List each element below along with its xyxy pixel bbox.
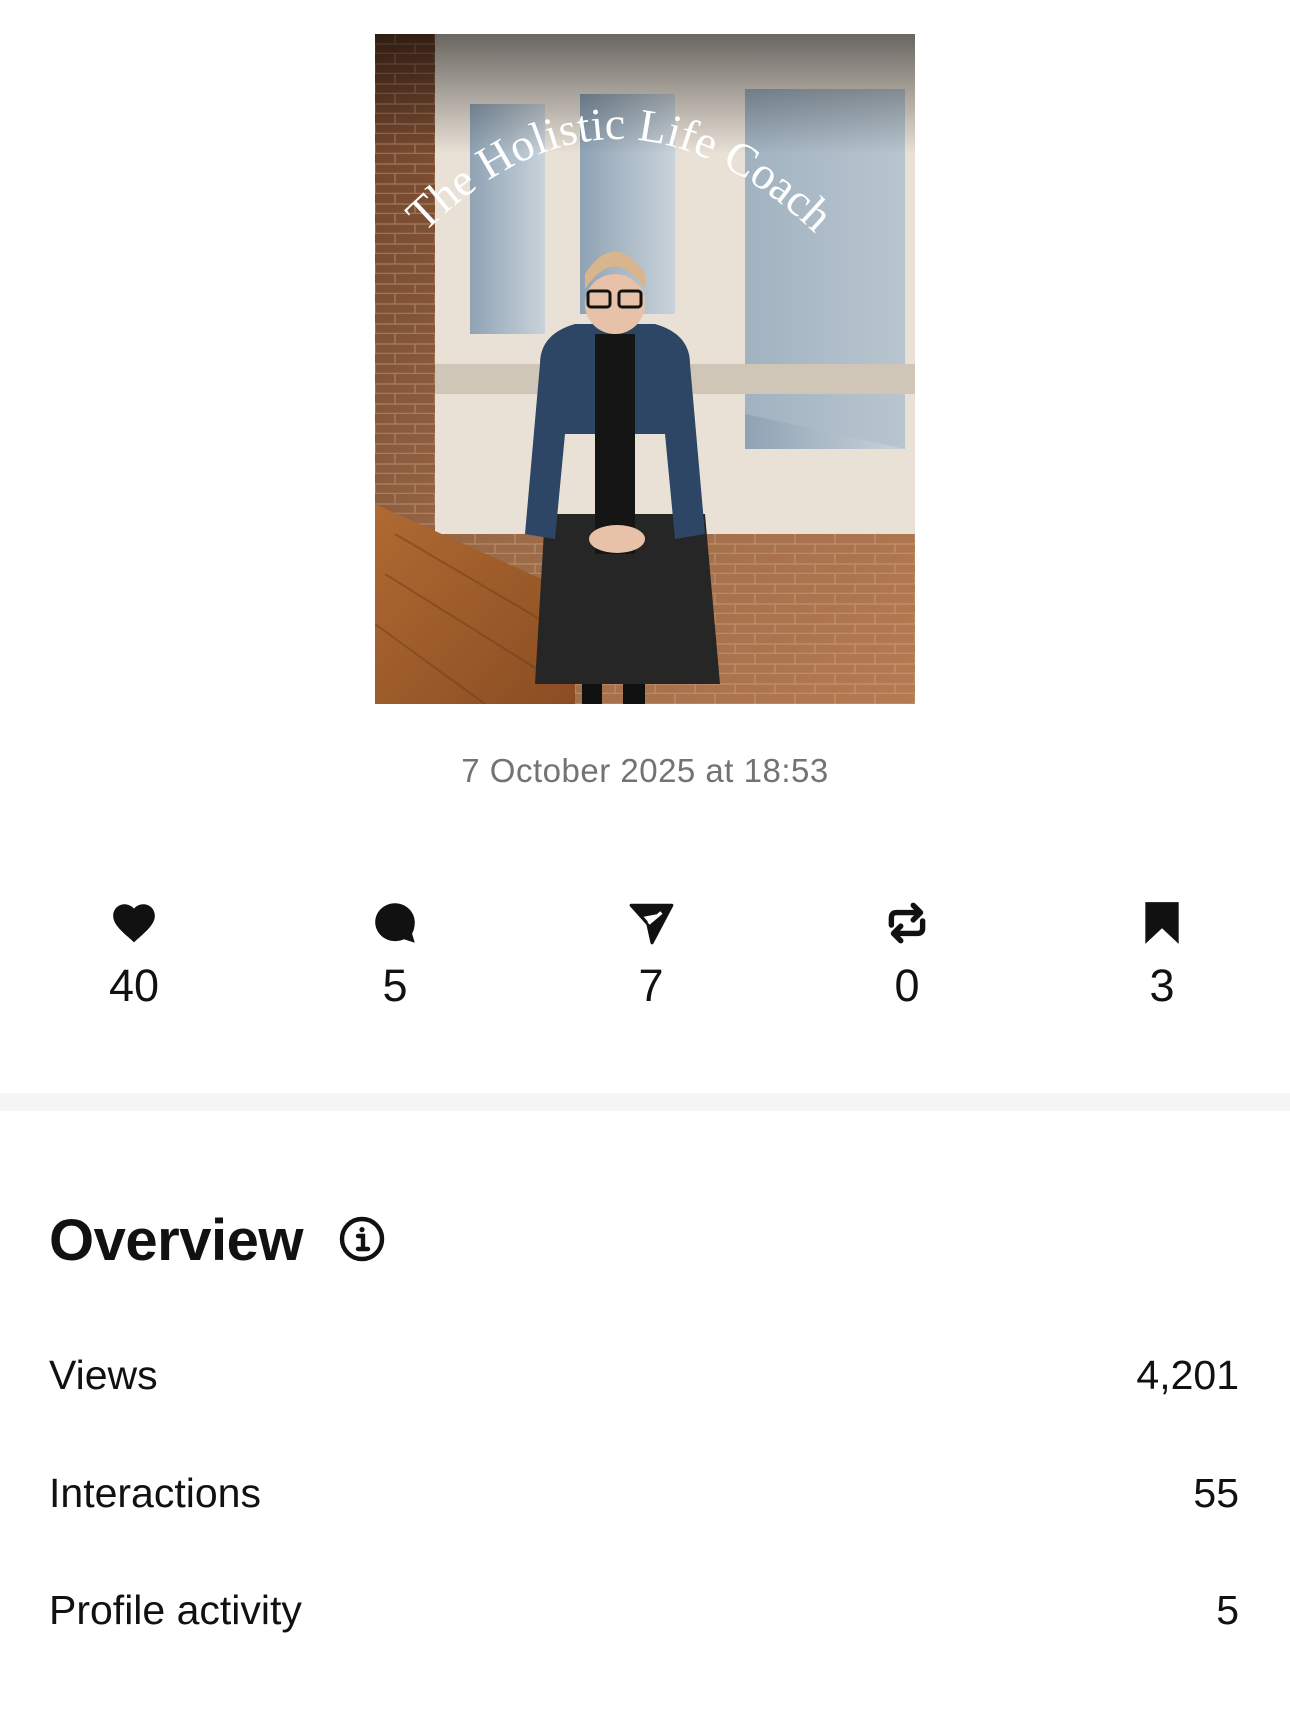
post-timestamp: 7 October 2025 at 18:53 — [461, 752, 829, 789]
engagement-metrics: 40 5 7 0 3 — [0, 898, 1290, 1018]
comments-metric[interactable]: 5 — [315, 898, 475, 1012]
post-photo: The Holistic Life Coach — [375, 34, 915, 704]
repost-icon — [882, 898, 932, 948]
send-icon — [626, 898, 676, 948]
stat-label: Interactions — [49, 1470, 261, 1516]
info-icon[interactable] — [338, 1215, 386, 1263]
stat-label: Views — [49, 1352, 158, 1398]
comments-count: 5 — [382, 960, 408, 1011]
stat-row-interactions[interactable]: Interactions 55 — [49, 1470, 1239, 1530]
heart-icon — [109, 898, 159, 948]
stat-value: 5 — [1216, 1587, 1239, 1633]
shares-metric[interactable]: 7 — [571, 898, 731, 1012]
section-divider — [0, 1093, 1290, 1111]
overview-title: Overview — [49, 1208, 303, 1273]
likes-metric[interactable]: 40 — [54, 898, 214, 1012]
likes-count: 40 — [108, 960, 160, 1011]
reposts-count: 0 — [894, 960, 920, 1011]
shares-count: 7 — [638, 960, 664, 1011]
stat-value: 4,201 — [1136, 1352, 1239, 1398]
stat-row-views[interactable]: Views 4,201 — [49, 1352, 1239, 1412]
saves-count: 3 — [1149, 960, 1175, 1011]
stat-row-profile-activity[interactable]: Profile activity 5 — [49, 1587, 1239, 1647]
comment-icon — [370, 898, 420, 948]
reposts-metric[interactable]: 0 — [827, 898, 987, 1012]
stat-label: Profile activity — [49, 1587, 302, 1633]
bookmark-icon — [1137, 898, 1187, 948]
stat-value: 55 — [1193, 1470, 1239, 1516]
post-image[interactable]: The Holistic Life Coach — [375, 34, 915, 704]
saves-metric[interactable]: 3 — [1082, 898, 1242, 1012]
